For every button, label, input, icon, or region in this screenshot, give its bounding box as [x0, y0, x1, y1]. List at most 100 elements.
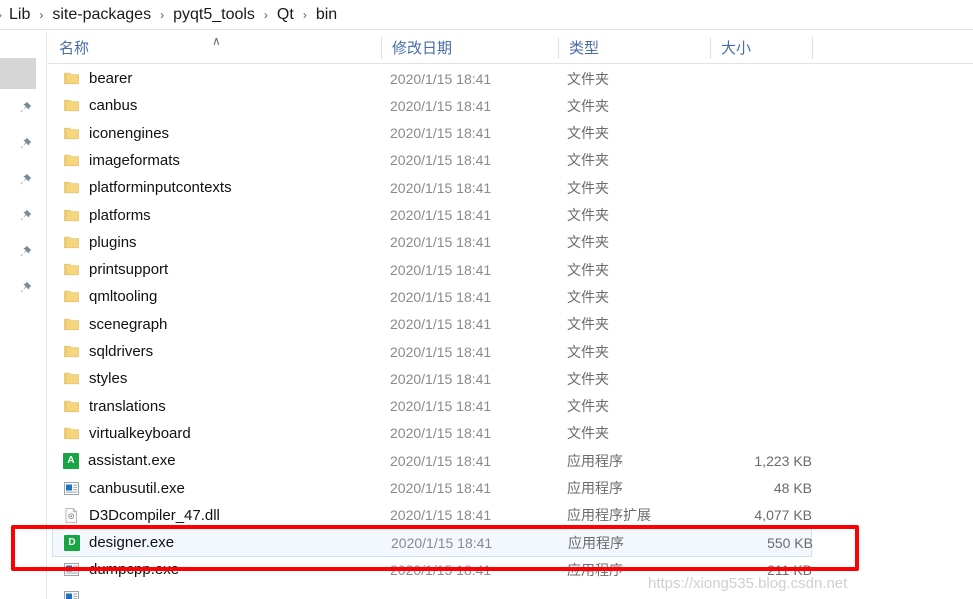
- breadcrumb[interactable]: › Lib › site-packages › pyqt5_tools › Qt…: [0, 0, 973, 30]
- file-row[interactable]: iconengines 2020/1/15 18:41 文件夹: [52, 119, 812, 148]
- file-row[interactable]: qmltooling 2020/1/15 18:41 文件夹: [52, 282, 812, 311]
- file-date-cell: 2020/1/15 18:41: [390, 507, 492, 524]
- file-name-cell[interactable]: imageformats: [63, 152, 180, 169]
- folder-icon: [63, 179, 80, 196]
- file-date-cell: 2020/1/15 18:41: [390, 179, 492, 196]
- column-divider[interactable]: [812, 37, 813, 59]
- file-type-cell: 文件夹: [567, 425, 609, 442]
- pin-icon[interactable]: [17, 280, 33, 296]
- file-row[interactable]: plugins 2020/1/15 18:41 文件夹: [52, 228, 812, 257]
- file-name-cell[interactable]: iconengines: [63, 125, 169, 142]
- file-name-cell[interactable]: scenegraph: [63, 316, 167, 333]
- app-console-icon: [63, 561, 80, 578]
- file-name-label: canbusutil.exe: [89, 479, 185, 497]
- file-row[interactable]: printsupport 2020/1/15 18:41 文件夹: [52, 255, 812, 284]
- file-name-label: sqldrivers: [89, 343, 154, 360]
- file-name-cell[interactable]: translations: [63, 398, 166, 415]
- file-date-cell: 2020/1/15 18:41: [390, 452, 492, 469]
- file-name-label: printsupport: [89, 261, 169, 279]
- folder-icon: [63, 425, 80, 442]
- file-name-cell[interactable]: styles: [63, 370, 127, 387]
- file-name-label: iconengines: [89, 124, 170, 142]
- breadcrumb-item-site-packages[interactable]: site-packages: [49, 0, 154, 30]
- file-row[interactable]: sqldrivers 2020/1/15 18:41 文件夹: [52, 337, 812, 366]
- file-name-label: scenegraph: [89, 315, 168, 333]
- file-name-label: imageformats: [89, 151, 180, 169]
- file-name-label: platforms: [89, 206, 151, 224]
- file-explorer-window: › Lib › site-packages › pyqt5_tools › Qt…: [0, 0, 973, 599]
- file-size-cell: 4,077 KB: [754, 507, 812, 524]
- column-header-type[interactable]: 类型: [558, 31, 710, 64]
- breadcrumb-item-pyqt5-tools[interactable]: pyqt5_tools: [170, 0, 258, 30]
- file-row[interactable]: styles 2020/1/15 18:41 文件夹: [52, 364, 812, 393]
- file-row[interactable]: Ddesigner.exe 2020/1/15 18:41 应用程序 550 KB: [52, 528, 813, 558]
- file-name-cell[interactable]: bearer: [63, 70, 132, 87]
- app-green-d-icon: D: [64, 534, 80, 551]
- breadcrumb-item-bin[interactable]: bin: [313, 0, 340, 30]
- file-name-cell[interactable]: platforminputcontexts: [63, 179, 232, 196]
- file-row[interactable]: bearer 2020/1/15 18:41 文件夹: [52, 64, 812, 93]
- file-date-cell: 2020/1/15 18:41: [390, 97, 492, 114]
- column-header-size[interactable]: 大小: [710, 31, 812, 64]
- breadcrumb-item-qt[interactable]: Qt: [274, 0, 297, 30]
- file-name-cell[interactable]: dumpcpp.exe: [63, 561, 179, 578]
- pin-icon[interactable]: [17, 100, 33, 116]
- file-name-cell[interactable]: D3Dcompiler_47.dll: [63, 507, 220, 524]
- file-row[interactable]: Aassistant.exe 2020/1/15 18:41 应用程序 1,223 K…: [52, 446, 812, 475]
- file-name-label: bearer: [89, 70, 133, 87]
- chevron-right-icon[interactable]: ›: [154, 0, 170, 30]
- file-row[interactable]: virtualkeyboard 2020/1/15 18:41 文件夹: [52, 419, 812, 448]
- file-date-cell: 2020/1/15 18:41: [390, 125, 492, 142]
- file-type-cell: 文件夹: [567, 316, 609, 333]
- folder-icon: [63, 288, 80, 305]
- file-row[interactable]: platforminputcontexts 2020/1/15 18:41 文件夹: [52, 173, 812, 202]
- file-type-cell: 文件夹: [567, 152, 609, 169]
- file-row[interactable]: translations 2020/1/15 18:41 文件夹: [52, 392, 812, 421]
- file-date-cell: 2020/1/15 18:41: [390, 370, 492, 387]
- file-type-cell: 应用程序扩展: [567, 507, 651, 524]
- file-row[interactable]: canbusutil.exe 2020/1/15 18:41 应用程序 48 KB: [52, 474, 812, 503]
- pin-icon[interactable]: [17, 244, 33, 260]
- column-header-row[interactable]: 名称 修改日期 类型 大小: [48, 31, 973, 64]
- file-date-cell: 2020/1/15 18:41: [390, 343, 492, 360]
- chevron-right-icon[interactable]: ›: [33, 0, 49, 30]
- file-name-cell[interactable]: canbus: [63, 97, 137, 114]
- chevron-right-icon[interactable]: ›: [258, 0, 274, 30]
- pin-icon[interactable]: [17, 136, 33, 152]
- file-name-cell[interactable]: qmltooling: [63, 288, 157, 305]
- dll-file-icon: [63, 507, 80, 524]
- file-row[interactable]: canbus 2020/1/15 18:41 文件夹: [52, 91, 812, 120]
- file-name-cell[interactable]: virtualkeyboard: [63, 425, 191, 442]
- file-name-label: styles: [89, 370, 128, 388]
- file-name-label: assistant.exe: [88, 452, 176, 470]
- file-name-label: plugins: [89, 233, 137, 251]
- file-row[interactable]: D3Dcompiler_47.dll 2020/1/15 18:41 应用程序扩展 4…: [52, 501, 812, 530]
- chevron-right-icon[interactable]: ›: [297, 0, 313, 30]
- file-row[interactable]: scenegraph 2020/1/15 18:41 文件夹: [52, 310, 812, 339]
- file-name-cell[interactable]: canbusutil.exe: [63, 480, 185, 497]
- pin-icon[interactable]: [17, 208, 33, 224]
- column-header-date-modified[interactable]: 修改日期: [381, 31, 558, 64]
- file-row[interactable]: platforms 2020/1/15 18:41 文件夹: [52, 201, 812, 230]
- file-row[interactable]: imageformats 2020/1/15 18:41 文件夹: [52, 146, 812, 175]
- nav-selected-item[interactable]: [0, 58, 36, 89]
- file-name-label: canbus: [89, 97, 138, 115]
- file-type-cell: 文件夹: [567, 70, 609, 87]
- file-name-cell[interactable]: [63, 589, 80, 599]
- file-type-cell: 应用程序: [567, 561, 623, 578]
- file-type-cell: 文件夹: [567, 288, 609, 305]
- file-name-cell[interactable]: plugins: [63, 234, 137, 251]
- file-name-cell[interactable]: sqldrivers: [63, 343, 153, 360]
- file-list[interactable]: bearer 2020/1/15 18:41 文件夹 canbus 2020/1/15 …: [48, 64, 973, 599]
- file-date-cell: 2020/1/15 18:41: [390, 480, 492, 496]
- file-name-cell[interactable]: Ddesigner.exe: [64, 534, 174, 551]
- file-name-cell[interactable]: printsupport: [63, 261, 168, 278]
- folder-icon: [63, 370, 80, 387]
- breadcrumb-item-lib[interactable]: Lib: [6, 0, 33, 30]
- navigation-pane[interactable]: [0, 31, 47, 599]
- app-console-icon: [63, 480, 80, 497]
- file-name-cell[interactable]: Aassistant.exe: [63, 452, 176, 469]
- file-date-cell: 2020/1/15 18:41: [390, 234, 492, 251]
- file-name-cell[interactable]: platforms: [63, 207, 151, 224]
- pin-icon[interactable]: [17, 172, 33, 188]
